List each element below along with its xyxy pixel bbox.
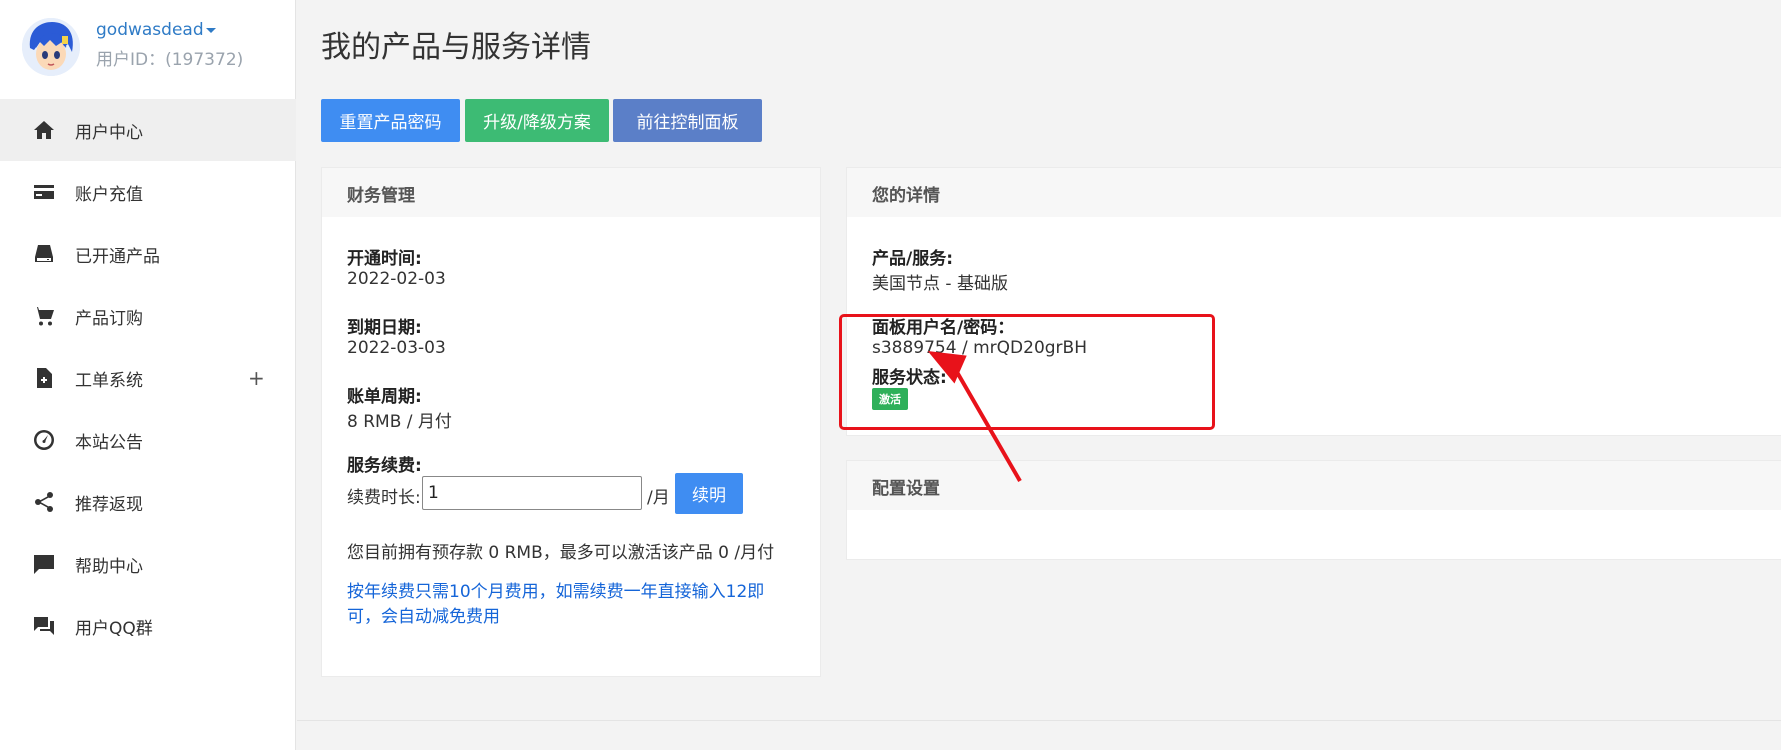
sidebar-item-label: 用户中心 [75,122,143,143]
reset-password-button[interactable]: 重置产品密码 [321,99,460,142]
sidebar-item-label: 本站公告 [75,432,143,453]
sidebar-item-help[interactable]: 帮助中心 [0,533,296,595]
panel-credentials-label: 面板用户名/密码： [872,318,1015,338]
home-icon [32,118,56,142]
config-panel-title: 配置设置 [872,479,940,499]
caret-down-icon [205,27,216,33]
forum-icon [32,614,56,638]
user-id: 用户ID：(197372) [96,50,244,70]
expire-date-label: 到期日期: [347,318,422,338]
billing-cycle-label: 账单周期: [347,387,422,407]
panel-credentials-value: s3889754 / mrQD20grBH [872,338,1087,358]
details-panel-header: 您的详情 [847,168,1781,217]
expand-plus-icon[interactable]: + [248,366,265,390]
sidebar-item-label: 工单系统 [75,370,143,391]
sidebar-item-label: 推荐返现 [75,494,143,515]
renew-duration-input[interactable] [422,476,642,510]
per-month-label: /月 [647,488,670,508]
renew-notice: 按年续费只需10个月费用，如需续费一年直接输入12即可，会自动减免费用 [347,582,765,627]
sidebar-item-qq-group[interactable]: 用户QQ群 [0,595,296,657]
sidebar-item-recharge[interactable]: 账户充值 [0,161,296,223]
details-panel: 您的详情 产品/服务: 美国节点 - 基础版 面板用户名/密码： s388975… [846,167,1781,436]
config-panel: 配置设置 [846,460,1781,560]
user-box: godwasdead 用户ID：(197372) [0,0,296,92]
renew-label: 服务续费: [347,456,422,476]
ticket-icon [32,366,56,390]
renew-button[interactable]: 续明 [675,473,743,514]
open-time-label: 开通时间: [347,249,422,269]
username-menu[interactable]: godwasdead [96,20,216,40]
product-label: 产品/服务: [872,249,954,269]
details-panel-title: 您的详情 [872,186,940,206]
renew-duration-label: 续费时长: [347,488,421,508]
sidebar-item-user-center[interactable]: 用户中心 [0,99,296,161]
cart-icon [32,304,56,328]
finance-panel-title: 财务管理 [347,186,415,206]
sidebar-item-order[interactable]: 产品订购 [0,285,296,347]
avatar[interactable] [22,18,80,76]
control-panel-button[interactable]: 前往控制面板 [613,99,762,142]
sidebar-item-products[interactable]: 已开通产品 [0,223,296,285]
service-status-label: 服务状态: [872,368,947,388]
sidebar-item-referral[interactable]: 推荐返现 [0,471,296,533]
status-badge: 激活 [872,388,908,410]
server-icon [32,242,56,266]
sidebar-item-label: 用户QQ群 [75,618,153,639]
billing-cycle-value: 8 RMB / 月付 [347,412,452,432]
expire-date-value: 2022-03-03 [347,338,446,358]
page-title: 我的产品与服务详情 [321,30,591,65]
credit-card-icon [32,180,56,204]
share-icon [32,490,56,514]
config-panel-header: 配置设置 [847,461,1781,510]
sidebar-item-label: 产品订购 [75,308,143,329]
sidebar-item-tickets[interactable]: 工单系统 + [0,347,296,409]
upgrade-plan-button[interactable]: 升级/降级方案 [465,99,609,142]
product-value: 美国节点 - 基础版 [872,274,1008,294]
sidebar: godwasdead 用户ID：(197372) 用户中心 账户充值 已开通产品… [0,0,296,750]
dashboard-icon [32,428,56,452]
finance-panel: 财务管理 开通时间: 2022-02-03 到期日期: 2022-03-03 账… [321,167,821,677]
username-text: godwasdead [96,20,204,40]
finance-panel-header: 财务管理 [322,168,820,217]
sidebar-item-label: 帮助中心 [75,556,143,577]
sidebar-item-announcements[interactable]: 本站公告 [0,409,296,471]
sidebar-item-label: 账户充值 [75,184,143,205]
footer-divider [297,720,1781,721]
balance-text: 您目前拥有预存款 0 RMB，最多可以激活该产品 0 /月付 [347,543,775,563]
chat-icon [32,552,56,576]
open-time-value: 2022-02-03 [347,269,446,289]
sidebar-item-label: 已开通产品 [75,246,160,267]
